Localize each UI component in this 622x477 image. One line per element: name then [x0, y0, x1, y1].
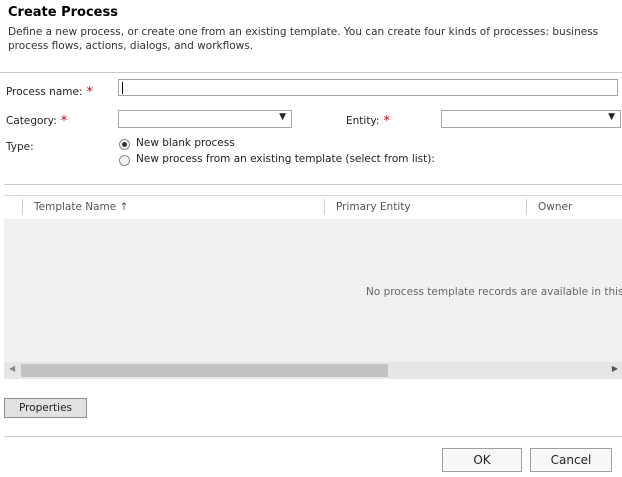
- properties-button[interactable]: Properties: [4, 398, 87, 418]
- column-header-owner[interactable]: Owner: [538, 201, 572, 213]
- column-separator: [526, 199, 527, 215]
- template-grid-body: No process template records are availabl…: [4, 219, 622, 362]
- radio-new-blank-process-label[interactable]: New blank process: [136, 137, 235, 149]
- text-caret: [122, 82, 123, 94]
- dropdown-arrow-icon: ▼: [608, 112, 615, 122]
- divider-bottom: [4, 436, 622, 437]
- template-grid-header: Template Name ↑ Primary Entity Owner: [4, 195, 622, 220]
- category-label: Category: *: [6, 114, 68, 129]
- process-name-input[interactable]: [118, 79, 618, 96]
- divider-top: [0, 72, 622, 73]
- required-marker: *: [383, 114, 390, 129]
- radio-new-blank-process[interactable]: [119, 139, 130, 150]
- required-marker: *: [60, 114, 68, 129]
- type-label: Type:: [6, 141, 34, 153]
- required-marker: *: [86, 85, 93, 100]
- empty-grid-message: No process template records are availabl…: [366, 286, 622, 298]
- dropdown-arrow-icon: ▼: [279, 112, 286, 122]
- dialog-description: Define a new process, or create one from…: [8, 26, 599, 52]
- radio-from-template-label[interactable]: New process from an existing template (s…: [136, 153, 435, 165]
- dialog-title: Create Process: [8, 5, 118, 20]
- category-select[interactable]: ▼: [118, 110, 292, 128]
- column-header-primary-entity[interactable]: Primary Entity: [336, 201, 411, 213]
- scroll-right-icon[interactable]: ▶: [612, 364, 618, 373]
- sort-ascending-icon: ↑: [119, 201, 129, 213]
- entity-label: Entity: *: [346, 114, 390, 129]
- scrollbar-thumb[interactable]: [21, 364, 388, 377]
- ok-button[interactable]: OK: [442, 448, 522, 472]
- horizontal-scrollbar[interactable]: ◀ ▶: [4, 362, 622, 379]
- column-header-template-name[interactable]: Template Name ↑: [34, 201, 128, 213]
- scroll-left-icon[interactable]: ◀: [9, 364, 15, 373]
- column-separator: [324, 199, 325, 215]
- column-separator: [22, 199, 23, 215]
- process-name-label: Process name: *: [6, 85, 93, 100]
- cancel-button[interactable]: Cancel: [530, 448, 612, 472]
- entity-select[interactable]: ▼: [441, 110, 621, 128]
- radio-from-template[interactable]: [119, 155, 130, 166]
- divider-middle: [4, 184, 622, 185]
